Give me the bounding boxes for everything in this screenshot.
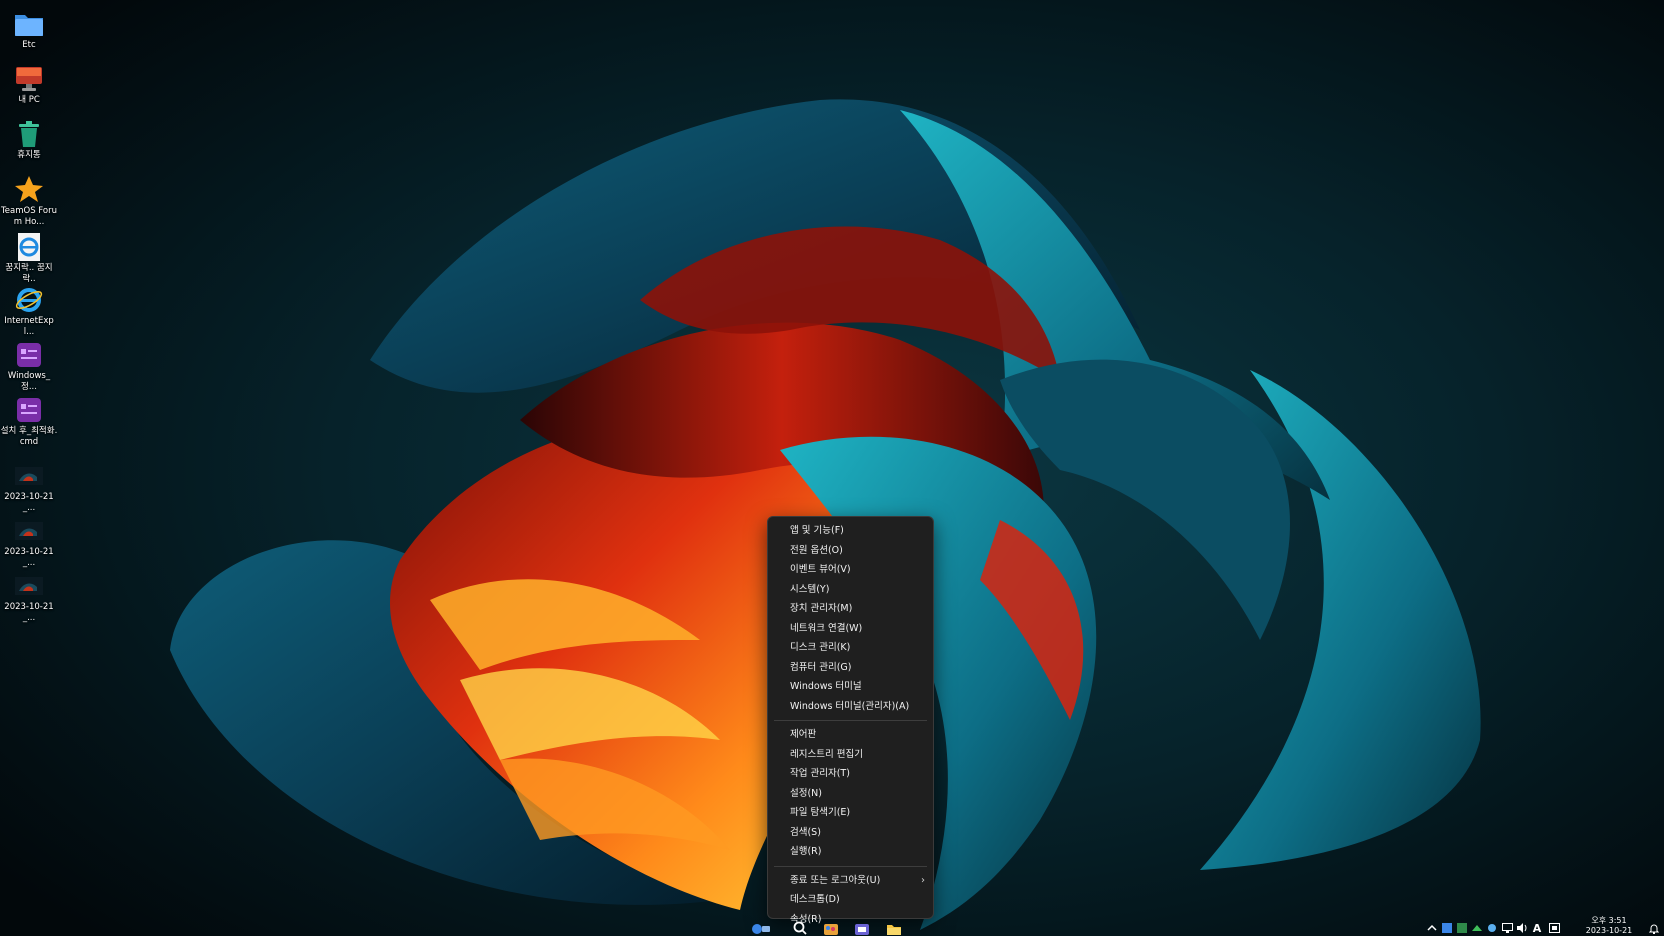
taskbar-app-paint[interactable]	[820, 920, 842, 936]
desktop-icon-teamos[interactable]: TeamOS Forum Ho...	[0, 174, 58, 230]
menu-item-label: 종료 또는 로그아웃(U)	[790, 874, 881, 886]
taskbar-app-teams[interactable]	[851, 920, 873, 936]
volume-icon	[1516, 923, 1526, 933]
bell-icon	[1649, 924, 1659, 934]
menu-item-task-manager[interactable]: 작업 관리자(T)	[768, 764, 933, 784]
menu-item-power-options[interactable]: 전원 옵션(O)	[768, 541, 933, 561]
desktop-icon-label: Windows_정...	[7, 371, 51, 392]
network-icon	[1501, 923, 1513, 933]
desktop-icon-windows-script[interactable]: Windows_정...	[0, 339, 58, 393]
app-tray-icon	[1457, 923, 1467, 933]
desktop-icon-label: 꿈지락.. 꿈지락..	[5, 263, 53, 284]
menu-item-windows-terminal-admin[interactable]: Windows 터미널(관리자)(A)	[768, 697, 933, 717]
start-icon	[752, 924, 770, 934]
menu-item-disk-management[interactable]: 디스크 관리(K)	[768, 638, 933, 658]
desktop-icon-recycle-bin[interactable]: 휴지통	[0, 118, 58, 172]
desktop-icon-etc[interactable]: Etc	[0, 8, 58, 62]
menu-item-desktop[interactable]: 데스크톱(D)	[768, 890, 933, 910]
ime-indicator[interactable]: A	[1531, 922, 1543, 935]
menu-item-windows-terminal[interactable]: Windows 터미널	[768, 677, 933, 697]
notification-button[interactable]	[1648, 922, 1660, 934]
menu-item-run[interactable]: 실행(R)	[768, 842, 933, 862]
internet-explorer-icon	[13, 284, 45, 316]
desktop-icon-label: 2023-10-21_...	[4, 492, 54, 513]
desktop-icon-label: 설치 후_최적화.cmd	[0, 426, 58, 447]
clock-time: 오후 3:51	[1591, 916, 1627, 925]
menu-separator	[774, 720, 927, 721]
desktop-icon-screenshot-2[interactable]: 2023-10-21_...	[0, 515, 58, 569]
tray-app-icon-1[interactable]	[1441, 922, 1453, 934]
taskbar-search-button[interactable]	[789, 920, 811, 936]
desktop-icon-screenshot-1[interactable]: 2023-10-21_...	[0, 460, 58, 514]
file-explorer-icon	[887, 925, 901, 935]
tray-app-icon-4[interactable]	[1486, 922, 1498, 934]
tray-app-icon-2[interactable]	[1456, 922, 1468, 934]
script-icon	[13, 339, 45, 371]
screenshot-thumbnail-icon	[13, 460, 45, 492]
clock-date: 2023-10-21	[1585, 926, 1633, 935]
menu-item-network-connections[interactable]: 네트워크 연결(W)	[768, 619, 933, 639]
desktop-icon-label: 휴지통	[17, 150, 41, 160]
folder-icon	[13, 8, 45, 40]
screenshot-thumbnail-icon	[13, 570, 45, 602]
desktop-icon-label: 내 PC	[18, 95, 40, 105]
menu-item-control-panel[interactable]: 제어판	[768, 725, 933, 745]
desktop-icon-label: 2023-10-21_...	[4, 602, 54, 623]
search-icon	[793, 921, 807, 935]
menu-item-device-manager[interactable]: 장치 관리자(M)	[768, 599, 933, 619]
menu-separator	[774, 865, 927, 867]
menu-item-system[interactable]: 시스템(Y)	[768, 580, 933, 600]
start-context-menu: 앱 및 기능(F) 전원 옵션(O) 이벤트 뷰어(V) 시스템(Y) 장치 관…	[767, 516, 934, 925]
menu-item-event-viewer[interactable]: 이벤트 뷰어(V)	[768, 560, 933, 580]
desktop-icon-my-pc[interactable]: 내 PC	[0, 63, 58, 117]
desktop-icon-optimize-cmd[interactable]: 설치 후_최적화.cmd	[0, 394, 58, 450]
screenshot-thumbnail-icon	[13, 515, 45, 547]
desktop-icon-screenshot-3[interactable]: 2023-10-21_...	[0, 570, 58, 624]
desktop-icon-internet-explorer[interactable]: InternetExpl...	[0, 284, 58, 338]
menu-item-settings[interactable]: 설정(N)	[768, 784, 933, 804]
teams-icon	[855, 924, 869, 935]
desktop-icon-label: 2023-10-21_...	[4, 547, 54, 568]
desktop-icon-label: Etc	[22, 40, 36, 50]
app-tray-icon	[1488, 924, 1496, 932]
recycle-bin-icon	[13, 118, 45, 150]
volume-button[interactable]	[1516, 922, 1528, 934]
show-hidden-icons[interactable]	[1426, 922, 1438, 934]
menu-item-search[interactable]: 검색(S)	[768, 823, 933, 843]
desktop-icon-label: TeamOS Forum Ho...	[1, 206, 57, 227]
tray-app-icon-3[interactable]	[1471, 922, 1483, 934]
ie-shortcut-icon	[13, 231, 45, 263]
keyboard-button[interactable]	[1548, 922, 1560, 934]
menu-item-file-explorer[interactable]: 파일 탐색기(E)	[768, 803, 933, 823]
taskbar-clock[interactable]: 오후 3:51 2023-10-21	[1584, 916, 1634, 936]
chevron-up-icon	[1427, 924, 1437, 931]
chevron-right-icon: ›	[921, 874, 925, 886]
menu-item-apps-features[interactable]: 앱 및 기능(F)	[768, 521, 933, 541]
system-tray: A 오후 3:51 2023-10-21	[1424, 916, 1664, 936]
network-button[interactable]	[1501, 922, 1513, 934]
paint-icon	[824, 924, 838, 935]
app-tray-icon	[1442, 923, 1452, 933]
keyboard-icon	[1548, 923, 1560, 933]
app-tray-icon	[1472, 925, 1482, 931]
monitor-icon	[13, 63, 45, 95]
desktop-icon-label: InternetExpl...	[4, 316, 54, 337]
start-button[interactable]	[750, 920, 772, 936]
star-icon	[13, 174, 45, 206]
desktop-icon-shortcut[interactable]: 꿈지락.. 꿈지락..	[0, 231, 58, 287]
menu-item-computer-management[interactable]: 컴퓨터 관리(G)	[768, 658, 933, 678]
menu-item-shutdown-signout[interactable]: 종료 또는 로그아웃(U) ›	[768, 871, 933, 891]
script-icon	[13, 394, 45, 426]
menu-item-registry-editor[interactable]: 레지스트리 편집기	[768, 745, 933, 765]
taskbar-app-file-explorer[interactable]	[883, 920, 905, 936]
taskbar: A 오후 3:51 2023-10-21	[0, 916, 1664, 936]
